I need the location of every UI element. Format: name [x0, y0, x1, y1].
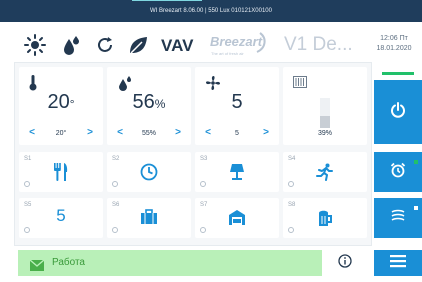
- status-text: Работа: [52, 257, 85, 268]
- scene-s2-indicator: [112, 181, 118, 187]
- scene-s5-number: 5: [56, 206, 66, 225]
- fan-increase-button[interactable]: >: [259, 127, 273, 139]
- heater-button[interactable]: [374, 198, 422, 238]
- scene-s8-label: S8: [288, 202, 296, 208]
- scene-s1[interactable]: S1: [19, 152, 103, 192]
- brand-logo: Breezart The art of fresh air: [210, 32, 270, 60]
- clock: 12:06 Пт 18.01.2020: [366, 34, 422, 54]
- title-bar-text: WI Breezart 8.06.00 | 550 Lux 010121X001…: [150, 8, 272, 14]
- device-name[interactable]: V1 De...: [284, 34, 353, 56]
- brand-tagline: The art of fresh air: [211, 51, 244, 56]
- scene-s7-indicator: [200, 227, 206, 233]
- scene-s6[interactable]: S6: [107, 198, 191, 238]
- fan-value: 5: [231, 91, 243, 113]
- scene-s5-indicator: [24, 227, 30, 233]
- vav-mode-label[interactable]: VAV: [161, 36, 193, 56]
- lamp-icon: [195, 163, 279, 181]
- heater-status-indicator: [414, 206, 418, 210]
- scene-s4-indicator: [288, 181, 294, 187]
- temperature-increase-button[interactable]: >: [83, 127, 97, 139]
- alarm-icon: [390, 162, 406, 183]
- filter-gauge-fill: [320, 116, 330, 128]
- filter-tile[interactable]: 39%: [283, 67, 367, 145]
- power-status-indicator: [382, 72, 414, 75]
- scene-s5[interactable]: S5 5: [19, 198, 103, 238]
- scene-s8[interactable]: S8: [283, 198, 367, 238]
- info-icon: [338, 253, 352, 273]
- running-icon: [283, 163, 367, 181]
- scene-s2-label: S2: [112, 156, 120, 162]
- refresh-icon[interactable]: [94, 34, 116, 56]
- scene-s4[interactable]: S4: [283, 152, 367, 192]
- leaf-icon[interactable]: [127, 34, 149, 56]
- scene-s7[interactable]: S7: [195, 198, 279, 238]
- humidity-tile[interactable]: 56% < 55% >: [107, 67, 191, 145]
- garage-icon: [195, 209, 279, 227]
- envelope-icon: [29, 258, 45, 276]
- filter-value: 39%: [317, 130, 332, 137]
- power-button[interactable]: [374, 80, 422, 144]
- alarm-status-indicator: [414, 160, 418, 164]
- temperature-tile[interactable]: 20° < 20° >: [19, 67, 103, 145]
- scene-s3[interactable]: S3: [195, 152, 279, 192]
- scene-s4-label: S4: [288, 156, 296, 162]
- beer-icon: [283, 209, 367, 227]
- title-bar: WI Breezart 8.06.00 | 550 Lux 010121X001…: [0, 0, 422, 22]
- scene-s6-label: S6: [112, 202, 120, 208]
- scene-s1-indicator: [24, 181, 30, 187]
- info-button[interactable]: [322, 250, 368, 276]
- scene-s7-label: S7: [200, 202, 208, 208]
- clock-icon: [107, 163, 191, 181]
- humidity-increase-button[interactable]: >: [171, 127, 185, 139]
- cutlery-icon: [19, 163, 103, 181]
- temperature-value: 20°: [47, 91, 75, 113]
- clock-time: 12:06 Пт: [380, 35, 408, 42]
- filter-icon: [293, 75, 307, 93]
- menu-icon: [390, 254, 406, 273]
- filter-gauge: [320, 98, 330, 128]
- scene-s3-label: S3: [200, 156, 208, 162]
- water-drops-icon[interactable]: [60, 34, 82, 56]
- scene-s3-indicator: [200, 181, 206, 187]
- menu-button[interactable]: [374, 250, 422, 276]
- fan-tile[interactable]: 5 < 5 >: [195, 67, 279, 145]
- clock-date: 18.01.2020: [376, 45, 412, 52]
- scene-s8-indicator: [288, 227, 294, 233]
- sun-icon[interactable]: [24, 34, 46, 56]
- power-icon: [390, 101, 406, 123]
- alarm-button[interactable]: [374, 152, 422, 192]
- header: VAV Breezart The art of fresh air V1 De.…: [0, 22, 422, 66]
- status-bar[interactable]: Работа: [18, 250, 322, 276]
- heater-icon: [390, 208, 406, 229]
- briefcase-icon: [107, 209, 191, 227]
- humidity-value: 56%: [132, 91, 166, 113]
- scene-s6-indicator: [112, 227, 118, 233]
- scene-s1-label: S1: [24, 156, 32, 162]
- scene-s2[interactable]: S2: [107, 152, 191, 192]
